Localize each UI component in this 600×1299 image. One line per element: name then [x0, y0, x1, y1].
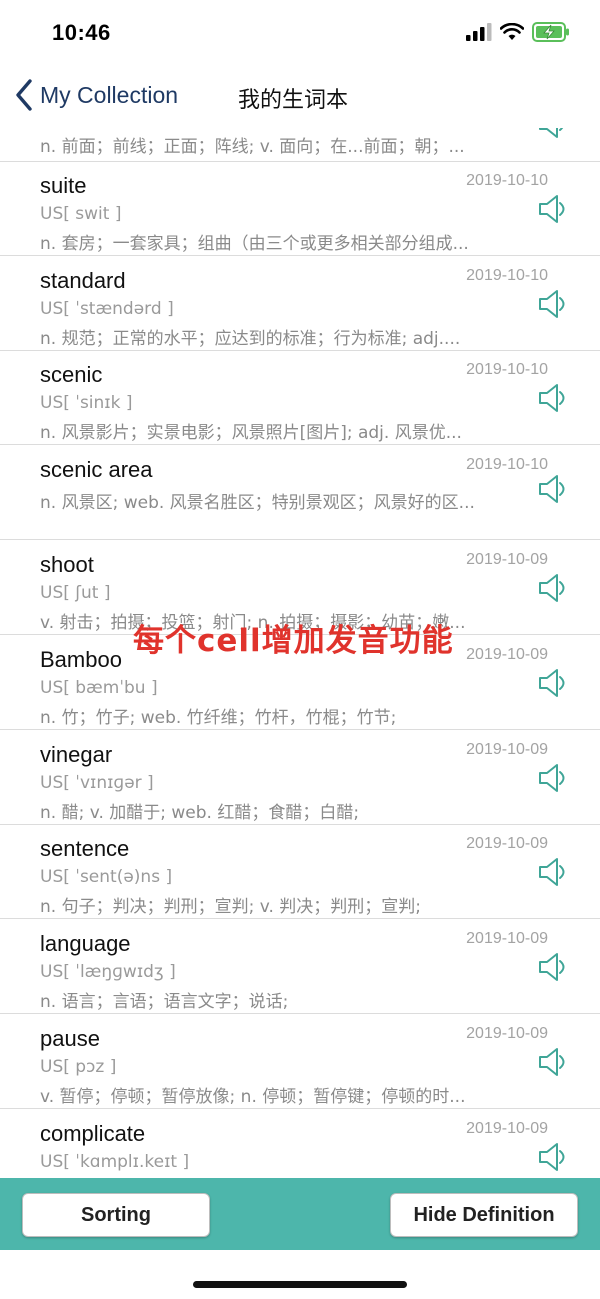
- speaker-icon[interactable]: [538, 1046, 568, 1078]
- phonetic-label: US[ ˈstændərd ]: [40, 299, 174, 319]
- speaker-icon[interactable]: [538, 473, 568, 505]
- nav-bar: My Collection 我的生词本: [0, 66, 600, 128]
- speaker-icon[interactable]: [538, 762, 568, 794]
- word-label: shoot: [40, 552, 94, 577]
- speaker-icon[interactable]: [538, 572, 568, 604]
- phonetic-label: US[ ˈsinɪk ]: [40, 393, 133, 413]
- definition-label: n. 风景影片；实景电影；风景照片[图片]; adj. 风景优...: [40, 423, 462, 443]
- word-label: scenic area: [40, 457, 153, 482]
- word-label: sentence: [40, 836, 130, 861]
- word-label: complicate: [40, 1121, 146, 1146]
- list-item[interactable]: scenic 2019-10-10 US[ ˈsinɪk ] n. 风景影片；实景电影…: [0, 350, 600, 445]
- date-label: 2019-10-09: [466, 741, 548, 758]
- hide-definition-button[interactable]: Hide Definition: [390, 1193, 578, 1237]
- phonetic-label: US[ ˈlæŋɡwɪdʒ ]: [40, 962, 176, 982]
- phonetic-label: US[ pɔz ]: [40, 1057, 117, 1077]
- date-label: 2019-10-10: [466, 172, 548, 189]
- annotation-overlay: 每个cell增加发音功能: [133, 623, 454, 659]
- word-label: suite: [40, 173, 87, 198]
- speaker-icon[interactable]: [538, 856, 568, 888]
- definition-label: n. 风景区; web. 风景名胜区；特别景观区；风景好的区...: [40, 493, 475, 513]
- bottom-toolbar: Sorting Hide Definition: [0, 1178, 600, 1250]
- list-item[interactable]: scenic area 2019-10-10 n. 风景区; web. 风景名胜区；…: [0, 445, 600, 540]
- definition-label: v. 暂停；停顿；暂停放像; n. 停顿；暂停键；停顿的时...: [40, 1087, 466, 1107]
- status-time: 10:46: [52, 20, 111, 45]
- home-area: [0, 1250, 600, 1299]
- sorting-button[interactable]: Sorting: [22, 1193, 210, 1237]
- speaker-icon[interactable]: [538, 667, 568, 699]
- date-label: 2019-10-09: [466, 1025, 548, 1042]
- date-label: 2019-10-10: [466, 361, 548, 378]
- date-label: 2019-10-09: [466, 551, 548, 568]
- definition-label: n. 套房；一套家具；组曲（由三个或更多相关部分组成...: [40, 234, 469, 254]
- phonetic-label: US[ ˈkɑmplɪ.keɪt ]: [40, 1152, 190, 1172]
- speaker-icon[interactable]: [538, 288, 568, 320]
- list-item[interactable]: vinegar 2019-10-09 US[ ˈvɪnɪɡər ] n. 醋; v. …: [0, 730, 600, 825]
- cellular-signal-icon: [466, 23, 492, 41]
- battery-charging-icon: [532, 22, 569, 42]
- list-item[interactable]: sentence 2019-10-09 US[ ˈsent(ə)ns ] n. 句子；…: [0, 824, 600, 919]
- speaker-icon[interactable]: [538, 193, 568, 225]
- home-indicator[interactable]: [193, 1281, 407, 1288]
- phonetic-label: US[ ˈvɪnɪɡər ]: [40, 773, 154, 793]
- date-label: 2019-10-09: [466, 835, 548, 852]
- date-label: 2019-10-09: [466, 646, 548, 663]
- speaker-icon[interactable]: [538, 128, 568, 140]
- word-label: scenic: [40, 362, 103, 387]
- status-bar: 10:46: [0, 0, 600, 66]
- date-label: 2019-10-09: [466, 1120, 548, 1137]
- phonetic-label: US[ swit ]: [40, 204, 122, 224]
- date-label: 2019-10-10: [466, 267, 548, 284]
- list-item[interactable]: suite 2019-10-10 US[ swit ] n. 套房；一套家具；组曲（由…: [0, 161, 600, 256]
- list-item[interactable]: pause 2019-10-09 US[ pɔz ] v. 暂停；停顿；暂停放像; n…: [0, 1014, 600, 1109]
- back-button[interactable]: My Collection: [14, 78, 178, 112]
- status-icons: [466, 22, 570, 42]
- word-label: Bamboo: [40, 647, 122, 672]
- speaker-icon[interactable]: [538, 382, 568, 414]
- phonetic-label: US[ ʃut ]: [40, 583, 111, 603]
- phonetic-label: US[ ˈsent(ə)ns ]: [40, 867, 173, 887]
- definition-label: n. 醋; v. 加醋于; web. 红醋；食醋；白醋;: [40, 803, 360, 823]
- definition-label: n. 语言；言语；语言文字；说话;: [40, 992, 289, 1012]
- word-label: pause: [40, 1026, 100, 1051]
- wifi-icon: [500, 23, 524, 40]
- word-label: vinegar: [40, 742, 113, 767]
- word-label: standard: [40, 268, 126, 293]
- definition-label: n. 竹；竹子; web. 竹纤维；竹杆，竹棍；竹节;: [40, 708, 397, 728]
- chevron-left-icon: [16, 79, 32, 111]
- list-item[interactable]: language 2019-10-09 US[ ˈlæŋɡwɪdʒ ] n. 语言；言…: [0, 919, 600, 1014]
- definition-label: n. 规范；正常的水平；应达到的标准；行为标准; adj....: [40, 329, 461, 349]
- list-item[interactable]: standard 2019-10-10 US[ ˈstændərd ] n. 规范；正…: [0, 256, 600, 351]
- date-label: 2019-10-09: [466, 930, 548, 947]
- speaker-icon[interactable]: [538, 1141, 568, 1173]
- list-item[interactable]: complicate2019-10-09US[ ˈkɑmplɪ.keɪt ]ad…: [0, 1109, 600, 1178]
- speaker-icon[interactable]: [538, 951, 568, 983]
- back-label: My Collection: [40, 81, 179, 108]
- phonetic-label: US[ bæmˈbu ]: [40, 678, 158, 698]
- definition-label: n. 句子；判决；判刑；宣判; v. 判决；判刑；宣判;: [40, 897, 421, 917]
- list-item[interactable]: n. 前面；前线；正面；阵线; v. 面向；在...前面；朝；...: [0, 128, 600, 162]
- definition: n. 前面；前线；正面；阵线; v. 面向；在...前面；朝；...: [40, 137, 465, 157]
- date-label: 2019-10-10: [466, 456, 548, 473]
- page-title: 我的生词本: [238, 88, 349, 113]
- word-label: language: [40, 931, 131, 956]
